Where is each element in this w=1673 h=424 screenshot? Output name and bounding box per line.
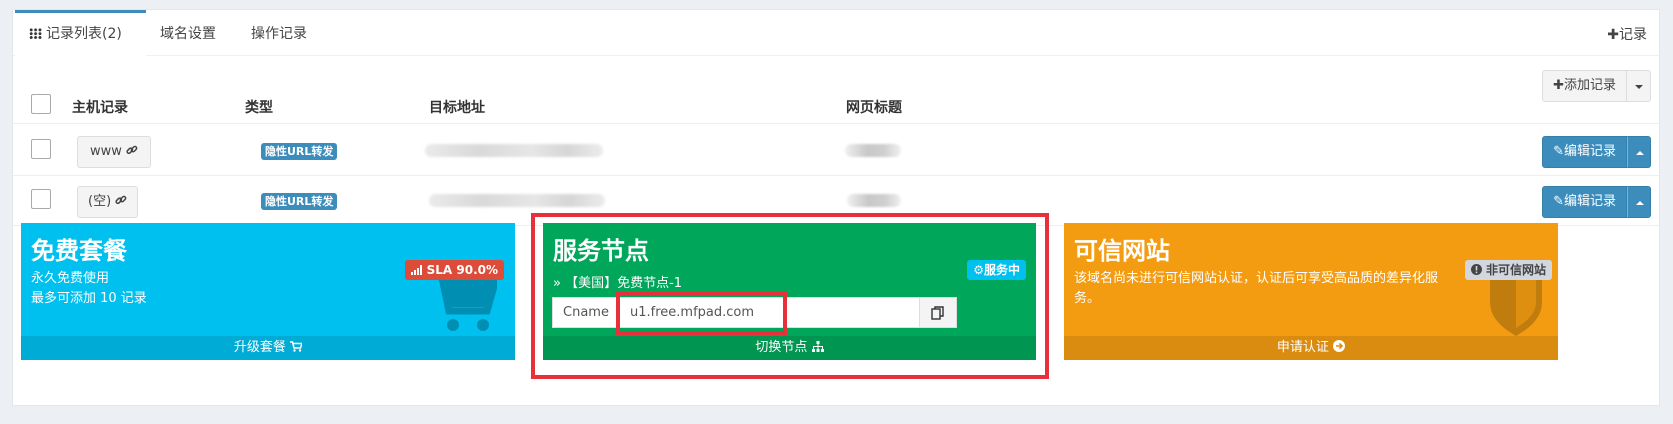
upgrade-plan-link[interactable]: 升级套餐 bbox=[21, 336, 515, 360]
service-status-badge: ⚙服务中 bbox=[967, 260, 1026, 280]
copy-icon bbox=[931, 306, 944, 320]
signal-bars-icon bbox=[411, 263, 426, 277]
edit-record-button[interactable]: ✎编辑记录 bbox=[1542, 186, 1627, 218]
untrusted-badge: 非可信网站 bbox=[1464, 260, 1552, 280]
grid-icon bbox=[29, 28, 42, 39]
edit-record-button[interactable]: ✎编辑记录 bbox=[1542, 136, 1627, 168]
tab-operation-log[interactable]: 操作记录 bbox=[251, 10, 307, 56]
host-record-label: www bbox=[90, 144, 122, 159]
cname-label: Cname bbox=[552, 297, 619, 328]
trusted-site-desc: 该域名尚未进行可信网站认证，认证后可享受高品质的差异化服务。 bbox=[1074, 271, 1439, 306]
add-record-button[interactable]: ✚添加记录 bbox=[1542, 70, 1627, 102]
link-icon bbox=[126, 144, 138, 159]
switch-node-link[interactable]: 切换节点 bbox=[543, 336, 1036, 360]
switch-node-label: 切换节点 bbox=[755, 340, 808, 355]
header-host: 主机记录 bbox=[72, 100, 128, 116]
target-address-redacted bbox=[425, 144, 603, 157]
caret-up-icon bbox=[1636, 151, 1644, 155]
free-plan-title: 免费套餐 bbox=[31, 237, 127, 265]
pencil-icon: ✎ bbox=[1553, 194, 1564, 209]
host-record-button[interactable]: www bbox=[77, 136, 152, 168]
trusted-site-card: 可信网站 该域名尚未进行可信网站认证，认证后可享受高品质的差异化服务。 非可信网… bbox=[1064, 223, 1558, 360]
node-name-line: » 【美国】免费节点-1 bbox=[553, 272, 682, 291]
cname-input-group: Cname u1.free.mfpad.com bbox=[552, 297, 957, 328]
free-plan-line1: 永久免费使用 bbox=[31, 271, 110, 286]
row-checkbox[interactable] bbox=[31, 139, 51, 159]
add-record-link[interactable]: ✚记录 bbox=[1607, 10, 1647, 56]
header-type: 类型 bbox=[245, 100, 273, 116]
tab-record-list[interactable]: 记录列表(2) bbox=[15, 10, 146, 56]
add-record-dropdown-toggle[interactable] bbox=[1627, 70, 1651, 102]
row-checkbox[interactable] bbox=[31, 189, 51, 209]
plus-icon: ✚ bbox=[1607, 27, 1619, 43]
double-angle-right-icon: » bbox=[553, 276, 561, 291]
sitemap-icon bbox=[811, 340, 824, 355]
copy-button[interactable] bbox=[920, 297, 957, 328]
tab-bar: 记录列表(2) 域名设置 操作记录 ✚记录 bbox=[13, 10, 1659, 56]
apply-certification-label: 申请认证 bbox=[1276, 340, 1329, 355]
host-record-label: (空) bbox=[88, 194, 112, 209]
record-type-badge: 隐性URL转发 bbox=[261, 143, 338, 160]
untrusted-badge-label: 非可信网站 bbox=[1485, 263, 1546, 277]
caret-up-icon bbox=[1636, 201, 1644, 205]
page-title-redacted bbox=[845, 144, 901, 157]
edit-record-dropdown-toggle[interactable] bbox=[1627, 186, 1651, 218]
plus-icon: ✚ bbox=[1553, 78, 1564, 93]
tab-record-list-label: 记录列表(2) bbox=[46, 26, 122, 42]
edit-record-button-group: ✎编辑记录 bbox=[1542, 136, 1651, 168]
host-record-button[interactable]: (空) bbox=[77, 186, 139, 218]
pencil-icon: ✎ bbox=[1553, 144, 1564, 159]
cname-value-field[interactable]: u1.free.mfpad.com bbox=[619, 297, 920, 328]
header-page-title: 网页标题 bbox=[846, 100, 902, 116]
edit-record-label: 编辑记录 bbox=[1563, 194, 1616, 209]
service-node-card: 服务节点 » 【美国】免费节点-1 ⚙服务中 Cname u1.free.mfp… bbox=[543, 223, 1036, 360]
add-record-button-label: 添加记录 bbox=[1563, 78, 1616, 93]
header-target: 目标地址 bbox=[429, 100, 485, 116]
select-all-checkbox[interactable] bbox=[31, 94, 51, 114]
edit-record-label: 编辑记录 bbox=[1563, 144, 1616, 159]
caret-down-icon bbox=[1635, 85, 1643, 89]
add-record-button-group: ✚添加记录 bbox=[1542, 70, 1651, 102]
edit-record-button-group: ✎编辑记录 bbox=[1542, 186, 1651, 218]
target-address-redacted bbox=[429, 194, 605, 207]
record-type-badge: 隐性URL转发 bbox=[261, 193, 338, 210]
cart-icon bbox=[290, 340, 304, 355]
edit-record-dropdown-toggle[interactable] bbox=[1627, 136, 1651, 168]
upgrade-plan-label: 升级套餐 bbox=[233, 340, 286, 355]
node-name: 【美国】免费节点-1 bbox=[565, 276, 683, 291]
sla-badge: SLA 90.0% bbox=[405, 260, 504, 280]
trusted-site-title: 可信网站 bbox=[1074, 237, 1170, 265]
tab-domain-settings[interactable]: 域名设置 bbox=[160, 10, 216, 56]
service-status-label: 服务中 bbox=[983, 263, 1020, 277]
free-plan-line2: 最多可添加 10 记录 bbox=[31, 291, 147, 306]
page-title-redacted bbox=[847, 194, 901, 207]
table-row: www 隐性URL转发 bbox=[13, 126, 1659, 176]
exclamation-circle-icon bbox=[1470, 263, 1486, 277]
add-record-link-label: 记录 bbox=[1619, 27, 1647, 43]
apply-certification-link[interactable]: 申请认证 bbox=[1064, 336, 1558, 360]
table-row: (空) 隐性URL转发 bbox=[13, 176, 1659, 226]
table-header: 主机记录 类型 目标地址 网页标题 bbox=[13, 84, 1659, 124]
link-icon bbox=[115, 194, 127, 209]
sla-badge-label: SLA 90.0% bbox=[426, 263, 498, 277]
service-node-title: 服务节点 bbox=[553, 237, 649, 265]
free-plan-card: 免费套餐 永久免费使用 最多可添加 10 记录 SLA 90.0% 升级套餐 bbox=[21, 223, 515, 360]
arrow-circle-right-icon bbox=[1333, 340, 1346, 355]
gear-icon: ⚙ bbox=[973, 263, 984, 277]
